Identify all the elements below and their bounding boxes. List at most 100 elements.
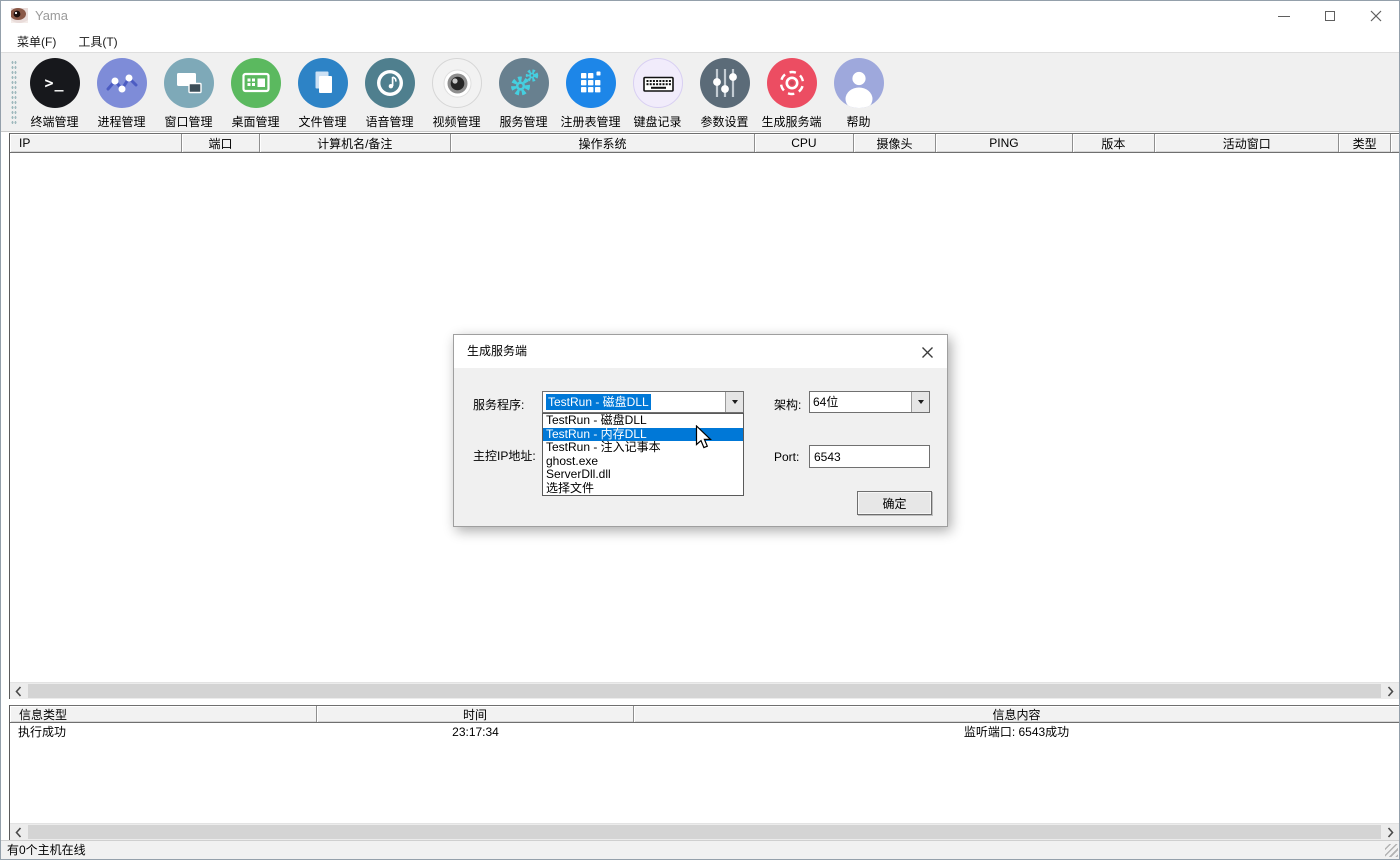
status-text: 有0个主机在线 xyxy=(7,843,86,857)
arch-value: 64位 xyxy=(810,392,911,412)
column-header-ping[interactable]: PING xyxy=(936,134,1072,152)
menu-item-main[interactable]: 菜单(F) xyxy=(9,33,64,50)
scroll-right-icon xyxy=(1387,686,1394,697)
toolbar-item-services[interactable]: 服务管理 xyxy=(490,58,557,130)
scroll-left-button[interactable] xyxy=(10,824,27,840)
log-cell-type: 执行成功 xyxy=(10,723,317,741)
menu-item-tools[interactable]: 工具(T) xyxy=(70,33,125,50)
registry-icon xyxy=(566,58,616,108)
resize-grip[interactable] xyxy=(1385,844,1398,857)
service-program-combobox[interactable]: TestRun - 磁盘DLL xyxy=(542,391,744,413)
video-icon xyxy=(432,58,482,108)
column-header-info-content[interactable]: 信息内容 xyxy=(634,706,1399,722)
log-table: 信息类型 时间 信息内容 执行成功 23:17:34 监听端口: 6543成功 xyxy=(9,705,1399,840)
chevron-down-icon xyxy=(918,400,924,404)
scroll-thumb[interactable] xyxy=(28,825,1381,839)
toolbar: >_ 终端管理 进程管理 窗口管理 桌面管理 xyxy=(1,53,1399,132)
column-header-info-type[interactable]: 信息类型 xyxy=(10,706,317,722)
column-header-filler xyxy=(1391,134,1399,152)
column-header-cpu[interactable]: CPU xyxy=(755,134,854,152)
statusbar: 有0个主机在线 xyxy=(1,840,1399,860)
toolbar-item-settings[interactable]: 参数设置 xyxy=(691,58,758,130)
master-ip-label: 主控IP地址: xyxy=(473,447,536,464)
close-icon xyxy=(1370,10,1382,22)
toolbar-item-terminal[interactable]: >_ 终端管理 xyxy=(21,58,88,130)
minimize-button[interactable] xyxy=(1261,1,1307,31)
window-title: Yama xyxy=(35,1,68,31)
log-row[interactable]: 执行成功 23:17:34 监听端口: 6543成功 xyxy=(10,723,1399,741)
arch-label: 架构: xyxy=(774,396,801,413)
column-header-camera[interactable]: 摄像头 xyxy=(854,134,937,152)
services-icon xyxy=(499,58,549,108)
service-program-value: TestRun - 磁盘DLL xyxy=(543,392,725,412)
app-icon xyxy=(11,8,28,23)
port-label: Port: xyxy=(774,450,799,464)
scroll-right-icon xyxy=(1387,827,1394,838)
scroll-track[interactable] xyxy=(27,683,1382,699)
toolbar-item-video[interactable]: 视频管理 xyxy=(423,58,490,130)
close-icon xyxy=(921,346,934,359)
mouse-cursor xyxy=(695,425,715,452)
toolbar-item-build-server[interactable]: 生成服务端 xyxy=(758,58,825,130)
process-icon xyxy=(97,58,147,108)
toolbar-gripper[interactable] xyxy=(11,60,17,126)
close-button[interactable] xyxy=(1353,1,1399,31)
column-header-time[interactable]: 时间 xyxy=(317,706,634,722)
column-header-active-window[interactable]: 活动窗口 xyxy=(1155,134,1339,152)
toolbar-item-audio[interactable]: 语音管理 xyxy=(356,58,423,130)
dialog-close-button[interactable] xyxy=(918,343,936,361)
dropdown-item[interactable]: ServerDll.dll xyxy=(543,468,743,482)
scroll-left-button[interactable] xyxy=(10,683,27,699)
column-header-computer-name[interactable]: 计算机名/备注 xyxy=(260,134,451,152)
hosts-hscrollbar xyxy=(10,682,1399,699)
column-header-type[interactable]: 类型 xyxy=(1339,134,1391,152)
dropdown-item[interactable]: 选择文件 xyxy=(543,482,743,496)
column-header-os[interactable]: 操作系统 xyxy=(451,134,755,152)
desktop-icon xyxy=(231,58,281,108)
audio-icon xyxy=(365,58,415,108)
scroll-track[interactable] xyxy=(27,824,1382,840)
combo-dropdown-button[interactable] xyxy=(911,392,929,412)
help-icon xyxy=(834,58,884,108)
toolbar-item-keylogger[interactable]: 键盘记录 xyxy=(624,58,691,130)
app-window: Yama 菜单(F) 工具(T) >_ 终端管理 xyxy=(0,0,1400,860)
combo-dropdown-button[interactable] xyxy=(725,392,743,412)
toolbar-item-file[interactable]: 文件管理 xyxy=(289,58,356,130)
scroll-left-icon xyxy=(15,686,22,697)
terminal-icon: >_ xyxy=(30,58,80,108)
scroll-right-button[interactable] xyxy=(1382,683,1399,699)
window-icon xyxy=(164,58,214,108)
log-hscrollbar xyxy=(10,823,1399,840)
log-cell-time: 23:17:34 xyxy=(317,723,634,741)
settings-icon xyxy=(700,58,750,108)
file-icon xyxy=(298,58,348,108)
scroll-left-icon xyxy=(15,827,22,838)
titlebar: Yama xyxy=(1,1,1399,31)
arch-combobox[interactable]: 64位 xyxy=(809,391,930,413)
service-program-label: 服务程序: xyxy=(473,396,524,413)
chevron-down-icon xyxy=(732,400,738,404)
dialog-title: 生成服务端 xyxy=(467,335,527,368)
dialog-titlebar[interactable]: 生成服务端 xyxy=(454,335,947,368)
log-table-header: 信息类型 时间 信息内容 xyxy=(10,705,1399,723)
dropdown-item[interactable]: ghost.exe xyxy=(543,455,743,469)
hosts-table-header: IP 端口 计算机名/备注 操作系统 CPU 摄像头 PING 版本 活动窗口 … xyxy=(10,133,1399,153)
column-header-port[interactable]: 端口 xyxy=(182,134,260,152)
build-server-icon xyxy=(767,58,817,108)
maximize-button[interactable] xyxy=(1307,1,1353,31)
log-table-body: 执行成功 23:17:34 监听端口: 6543成功 xyxy=(10,723,1399,823)
keylogger-icon xyxy=(633,58,683,108)
ok-button[interactable]: 确定 xyxy=(857,491,932,515)
toolbar-item-window[interactable]: 窗口管理 xyxy=(155,58,222,130)
port-input[interactable] xyxy=(809,445,930,468)
maximize-icon xyxy=(1325,11,1335,21)
toolbar-item-process[interactable]: 进程管理 xyxy=(88,58,155,130)
log-cell-content: 监听端口: 6543成功 xyxy=(634,723,1399,741)
scroll-thumb[interactable] xyxy=(28,684,1381,698)
column-header-ip[interactable]: IP xyxy=(10,134,182,152)
scroll-right-button[interactable] xyxy=(1382,824,1399,840)
toolbar-item-help[interactable]: 帮助 xyxy=(825,58,892,130)
column-header-version[interactable]: 版本 xyxy=(1073,134,1156,152)
toolbar-item-registry[interactable]: 注册表管理 xyxy=(557,58,624,130)
toolbar-item-desktop[interactable]: 桌面管理 xyxy=(222,58,289,130)
